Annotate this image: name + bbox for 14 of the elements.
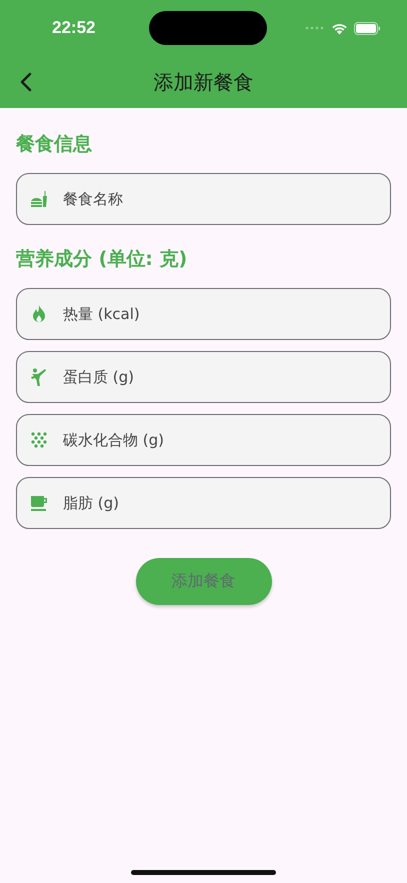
section-heading: 营养成分 (单位: 克) — [16, 247, 188, 272]
wifi-icon — [330, 22, 348, 34]
back-icon — [20, 72, 32, 92]
page-title: 添加新餐食 — [154, 68, 254, 96]
input-field[interactable]: 脂肪 (g) — [16, 477, 391, 529]
status-time: 22:52 — [52, 18, 96, 38]
add-meal-button[interactable]: 添加餐食 — [136, 558, 272, 605]
input-field[interactable]: 热量 (kcal) — [16, 288, 391, 340]
input-field[interactable]: 餐食名称 — [16, 173, 391, 225]
section-heading: 餐食信息 — [16, 132, 93, 157]
signal-icon — [304, 26, 325, 30]
input-field[interactable]: 蛋白质 (g) — [16, 351, 391, 403]
input-field[interactable]: 碳水化合物 (g) — [16, 414, 391, 466]
battery-icon — [354, 22, 381, 34]
